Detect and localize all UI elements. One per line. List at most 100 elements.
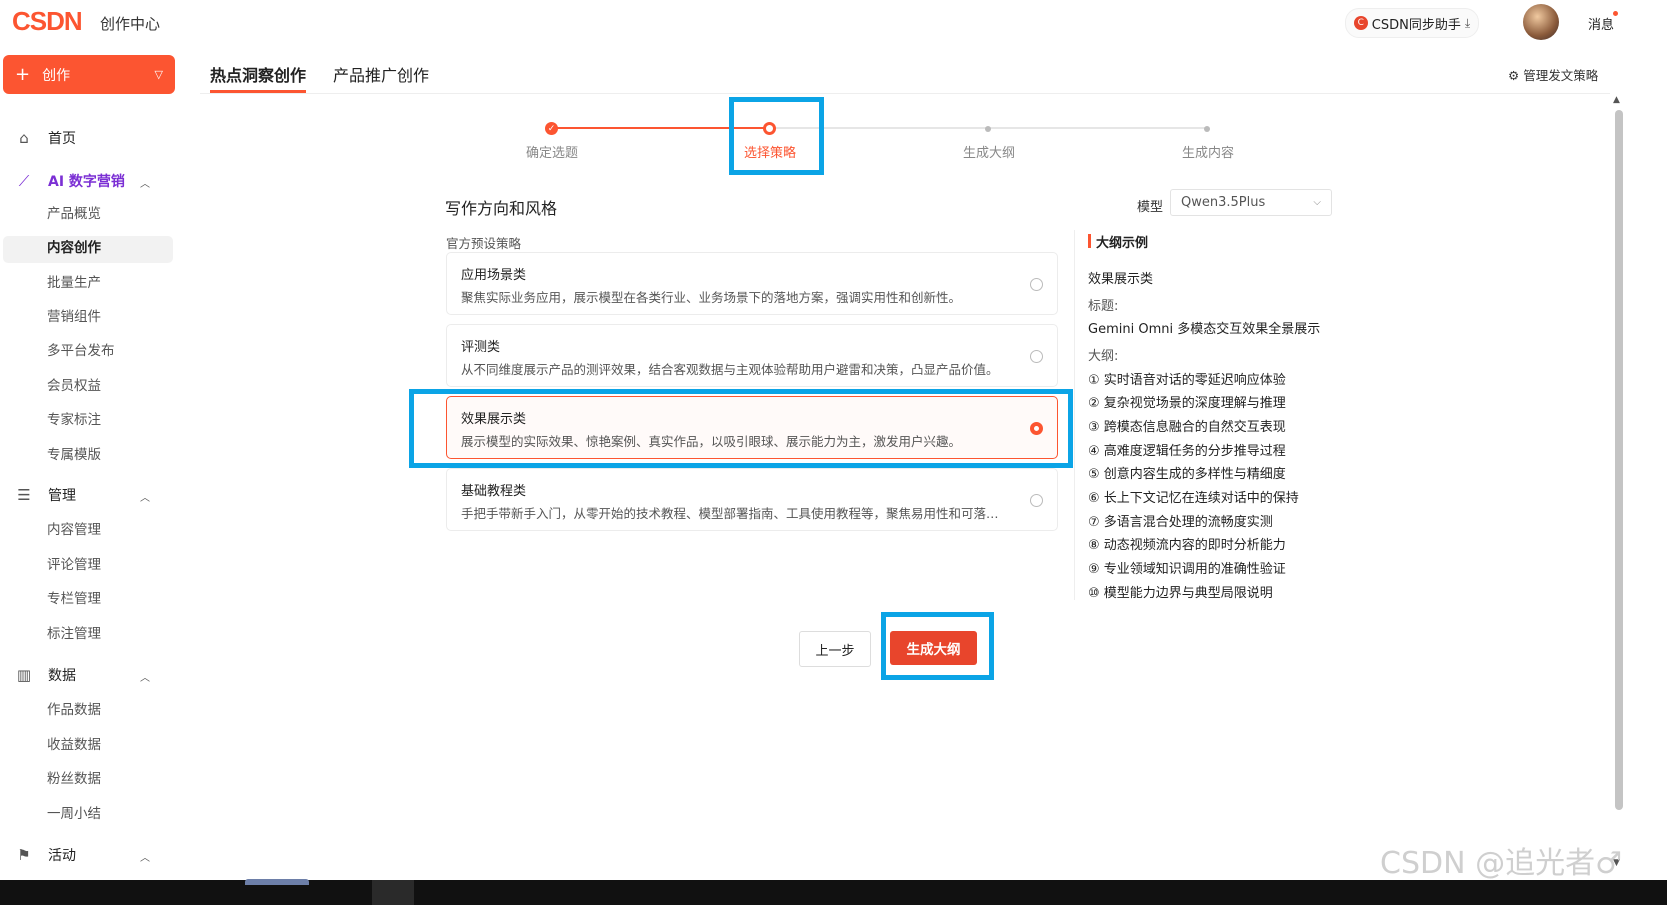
home-icon: ⌂ (19, 129, 29, 147)
sidebar-item-column-manage[interactable]: 专栏管理 (47, 587, 101, 607)
strategy-title: 应用场景类 (461, 268, 527, 283)
document-icon: ☰ (17, 486, 31, 504)
outline-category: 效果展示类 (1088, 272, 1154, 287)
bar-chart-icon: ▥ (16, 666, 32, 684)
manage-strategy-link[interactable]: ⚙ 管理发文策略 (1508, 65, 1598, 84)
chevron-down-icon: ⌵ (1313, 197, 1321, 208)
strategy-desc: 聚焦实际业务应用，展示模型在各类行业、业务场景下的落地方案，强调实用性和创新性。 (461, 290, 962, 305)
create-label: 创作 (42, 67, 71, 84)
chevron-down-icon: ▽ (154, 68, 163, 81)
step-generate-outline[interactable]: 生成大纲 (939, 142, 1039, 161)
sidebar-group-manage[interactable]: ☰ 管理 (14, 485, 76, 505)
model-select[interactable]: Qwen3.5Plus ⌵ (1170, 189, 1332, 216)
sync-logo-icon: C (1353, 16, 1368, 30)
gear-icon: ⚙ (1508, 68, 1520, 83)
outline-item: ⑧ 动态视频流内容的即时分析能力 (1088, 538, 1286, 553)
sidebar-item-fans-data[interactable]: 粉丝数据 (47, 767, 101, 787)
messages-link[interactable]: 消息 (1588, 14, 1614, 33)
outline-title-label: 标题: (1088, 299, 1119, 314)
taskbar-app-thumbnail[interactable] (245, 879, 309, 885)
step-pending-dot (1204, 126, 1210, 132)
create-button[interactable]: + 创作 ▽ (3, 55, 175, 94)
sidebar-item-content-creation[interactable]: 内容创作 (47, 236, 101, 256)
sidebar-item-expert-annotation[interactable]: 专家标注 (47, 408, 101, 428)
model-label: 模型 (1137, 200, 1164, 215)
strategy-radio[interactable] (1030, 278, 1043, 291)
chevron-up-icon[interactable]: ︿ (140, 669, 150, 684)
preset-strategy-label: 官方预设策略 (446, 236, 522, 251)
strategy-card-review[interactable]: 评测类 从不同维度展示产品的测评效果，结合客观数据与主观体验帮助用户避雷和决策，… (446, 324, 1058, 387)
flag-icon: ⚑ (17, 846, 31, 864)
strategy-radio[interactable] (1030, 350, 1043, 363)
highlight-box-generate (881, 612, 994, 680)
sidebar-item-batch-production[interactable]: 批量生产 (47, 271, 101, 291)
sidebar-group-ai-marketing[interactable]: ⟋ AI 数字营销 (14, 171, 125, 191)
sidebar-item-marketing-components[interactable]: 营销组件 (47, 305, 101, 325)
outline-item: ① 实时语音对话的零延迟响应体验 (1088, 373, 1286, 388)
outline-item: ⑩ 模型能力边界与典型局限说明 (1088, 586, 1273, 601)
strategy-radio[interactable] (1030, 494, 1043, 507)
check-icon: ✓ (545, 122, 558, 135)
outline-title-value: Gemini Omni 多模态交互效果全景展示 (1088, 322, 1321, 337)
outline-item: ⑦ 多语言混合处理的流畅度实测 (1088, 515, 1273, 530)
sidebar-item-content-manage[interactable]: 内容管理 (47, 518, 101, 538)
user-avatar[interactable] (1523, 4, 1559, 40)
vertical-scrollbar-thumb[interactable] (1615, 110, 1623, 810)
strategy-desc: 从不同维度展示产品的测评效果，结合客观数据与主观体验帮助用户避雷和决策，凸显产品… (461, 362, 999, 377)
step-confirm-topic[interactable]: 确定选题 (502, 142, 602, 161)
strategy-card-application[interactable]: 应用场景类 聚焦实际业务应用，展示模型在各类行业、业务场景下的落地方案，强调实用… (446, 252, 1058, 315)
outline-heading: 大纲示例 (1096, 236, 1149, 251)
taskbar-app-button[interactable] (372, 880, 414, 905)
highlight-box-strategy (409, 389, 1073, 468)
chevron-up-icon[interactable]: ︿ (140, 489, 150, 504)
model-value: Qwen3.5Plus (1181, 195, 1266, 210)
step-pending-dot (985, 126, 991, 132)
outline-item: ③ 跨模态信息融合的自然交互表现 (1088, 420, 1286, 435)
strategy-card-tutorial[interactable]: 基础教程类 手把手带新手入门，从零开始的技术教程、模型部署指南、工具使用教程等，… (446, 468, 1058, 531)
highlight-box-step (729, 97, 824, 175)
outline-label: 大纲: (1088, 349, 1119, 364)
tab-product-promotion[interactable]: 产品推广创作 (333, 62, 429, 86)
sidebar-item-multi-platform-publish[interactable]: 多平台发布 (47, 339, 115, 359)
sidebar-item-annotation-manage[interactable]: 标注管理 (47, 622, 101, 642)
strategy-desc: 手把手带新手入门，从零开始的技术教程、模型部署指南、工具使用教程等，聚焦易用性和… (461, 506, 1006, 521)
sidebar-item-home[interactable]: ⌂ 首页 (14, 128, 76, 148)
scroll-up-arrow[interactable]: ▲ (1613, 95, 1620, 105)
creation-center-title: 创作中心 (100, 15, 161, 33)
sidebar-group-label: AI 数字营销 (48, 174, 125, 190)
chevron-up-icon[interactable]: ︿ (140, 849, 150, 864)
sidebar-group-label: 活动 (48, 848, 76, 864)
sidebar-group-label: 数据 (48, 668, 76, 684)
sidebar-item-product-overview[interactable]: 产品概览 (47, 202, 101, 222)
panel-divider (1074, 230, 1075, 600)
sidebar-item-weekly-summary[interactable]: 一周小结 (47, 802, 101, 822)
sidebar-item-works-data[interactable]: 作品数据 (47, 698, 101, 718)
sidebar-group-activity[interactable]: ⚑ 活动 (14, 845, 76, 865)
sidebar-item-label: 首页 (48, 131, 76, 147)
outline-item: ⑨ 专业领域知识调用的准确性验证 (1088, 562, 1286, 577)
tab-divider (200, 93, 1610, 94)
trend-chart-icon: ⟋ (18, 172, 30, 190)
strategy-title: 评测类 (461, 340, 501, 355)
sync-label: CSDN同步助手 (1371, 17, 1461, 33)
download-icon: ⤓ (1464, 15, 1471, 30)
outline-item: ④ 高难度逻辑任务的分步推导过程 (1088, 444, 1286, 459)
sidebar-item-exclusive-templates[interactable]: 专属模版 (47, 443, 101, 463)
message-notification-dot (1613, 11, 1618, 16)
outline-item: ⑤ 创意内容生成的多样性与精细度 (1088, 467, 1286, 482)
sidebar-group-data[interactable]: ▥ 数据 (14, 665, 76, 685)
sidebar-item-comment-manage[interactable]: 评论管理 (47, 553, 101, 573)
previous-step-button[interactable]: 上一步 (799, 631, 871, 667)
step-generate-content[interactable]: 生成内容 (1158, 142, 1258, 161)
csdn-sync-assistant-button[interactable]: C CSDN同步助手 ⤓ (1345, 8, 1479, 38)
csdn-logo[interactable]: CSDN (12, 6, 83, 37)
sidebar-item-member-benefits[interactable]: 会员权益 (47, 374, 101, 394)
watermark: CSDN @追光者♂ (1380, 846, 1622, 881)
plus-icon: + (15, 64, 31, 85)
sidebar-item-income-data[interactable]: 收益数据 (47, 733, 101, 753)
section-title: 写作方向和风格 (445, 199, 558, 218)
chevron-up-icon[interactable]: ︿ (140, 175, 150, 190)
tab-hotspot-creation[interactable]: 热点洞察创作 (210, 62, 306, 86)
sidebar-group-label: 管理 (48, 488, 76, 504)
outline-accent-bar (1088, 234, 1091, 248)
